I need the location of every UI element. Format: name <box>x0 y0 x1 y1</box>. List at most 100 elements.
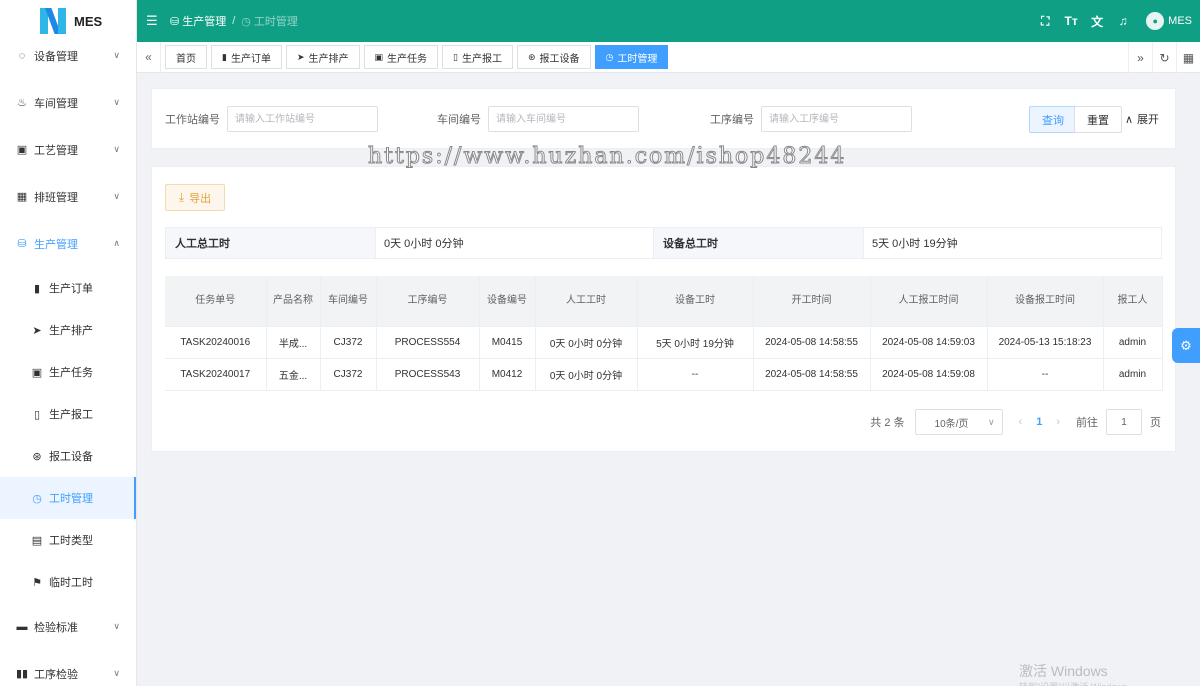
pagination-total: 共 2 条 <box>870 417 905 429</box>
menu-workshop[interactable]: ♨ 车间管理 ∨ <box>0 79 136 126</box>
table-cell: TASK20240017 <box>165 358 267 391</box>
tab-production-scheduling[interactable]: ➤ 生产排产 <box>285 45 360 69</box>
table-cell: PROCESS543 <box>376 358 480 391</box>
menu-label: 工序检验 <box>34 668 78 681</box>
tab-production-report[interactable]: ▯ 生产报工 <box>442 45 513 69</box>
sidebar-item-temp-hours[interactable]: ⚑ 临时工时 <box>0 561 136 603</box>
sub-label: 工时管理 <box>49 493 93 505</box>
task-icon: ▣ <box>31 366 43 379</box>
menu-equipment[interactable]: ◌ 设备管理 ∨ <box>0 32 136 79</box>
send-icon: ➤ <box>32 324 42 337</box>
translate-icon[interactable]: 文 <box>1084 13 1110 30</box>
chevron-up-icon: ∧ <box>113 238 120 248</box>
chevron-down-icon: ∨ <box>113 668 120 678</box>
menu-inspection-standard[interactable]: ▬ 检验标准 ∨ <box>0 603 136 650</box>
search-panel: 工作站编号 车间编号 工序编号 查询 重置 ∧ 展开 <box>151 88 1176 149</box>
font-size-icon[interactable]: Tт <box>1058 14 1084 28</box>
column-header: 工序编号 <box>376 276 480 327</box>
tab-label: 生产任务 <box>387 53 428 65</box>
grid-icon[interactable]: ▦ <box>1176 42 1200 73</box>
table-cell: TASK20240016 <box>165 326 267 359</box>
flag-icon: ⚑ <box>32 576 42 589</box>
page-size-select[interactable]: 10条/页 ∨ <box>914 409 1003 435</box>
page-size-value: 10条/页 <box>934 418 969 430</box>
column-header: 人工报工时间 <box>870 276 988 327</box>
process-input[interactable] <box>761 106 912 132</box>
column-header: 设备报工时间 <box>987 276 1104 327</box>
topbar: ☰ ⛁ 生产管理 / ◷ 工时管理 ⛶ Tт 文 ♫ ● MES <box>137 0 1200 42</box>
prev-page-button[interactable]: ‹ <box>1019 416 1023 428</box>
sidebar-item-production-task[interactable]: ▣ 生产任务 <box>0 351 136 393</box>
sub-label: 生产排产 <box>49 325 93 337</box>
tab-production-order[interactable]: ▮ 生产订单 <box>211 45 282 69</box>
workstation-input[interactable] <box>227 106 378 132</box>
bell-icon[interactable]: ♫ <box>1110 14 1136 28</box>
page-number[interactable]: 1 <box>1036 416 1042 428</box>
workshop-input[interactable] <box>488 106 639 132</box>
menu-process-inspection[interactable]: ▮▮ 工序检验 ∨ <box>0 650 136 686</box>
double-chevron-right-icon[interactable]: » <box>1128 42 1152 73</box>
breadcrumb-item[interactable]: 生产管理 <box>182 13 226 29</box>
sub-label: 工时类型 <box>49 535 93 547</box>
clock-icon: ◷ <box>241 15 251 28</box>
menu-toggle-icon[interactable]: ☰ <box>146 13 160 29</box>
column-header: 报工人 <box>1103 276 1163 327</box>
sidebar-item-production-order[interactable]: ▮ 生产订单 <box>0 267 136 309</box>
table-cell: CJ372 <box>320 358 377 391</box>
tab-label: 报工设备 <box>539 53 580 65</box>
table-header: 任务单号 产品名称 车间编号 工序编号 设备编号 人工工时 设备工时 开工时间 … <box>165 276 1163 327</box>
column-header: 人工工时 <box>535 276 638 327</box>
query-button[interactable]: 查询 <box>1029 106 1077 133</box>
column-header: 设备编号 <box>479 276 536 327</box>
breadcrumb: ⛁ 生产管理 / ◷ 工时管理 <box>170 13 298 29</box>
settings-gear-icon[interactable]: ⚙ <box>1172 328 1200 363</box>
sidebar-item-report-device[interactable]: ⊛ 报工设备 <box>0 435 136 477</box>
avatar[interactable]: ● <box>1146 12 1165 30</box>
menu-craft[interactable]: ▣ 工艺管理 ∨ <box>0 126 136 173</box>
sidebar-item-work-hours[interactable]: ◷ 工时管理 <box>0 477 136 519</box>
table-row[interactable]: TASK20240016 半成... CJ372 PROCESS554 M041… <box>165 326 1163 359</box>
phone-icon: ▯ <box>453 51 458 62</box>
sidebar-item-production-scheduling[interactable]: ➤ 生产排产 <box>0 309 136 351</box>
refresh-icon[interactable]: ↻ <box>1152 42 1176 73</box>
menu-production[interactable]: ⛁ 生产管理 ∧ <box>0 220 136 267</box>
username[interactable]: MES <box>1168 15 1192 27</box>
menu-label: 工艺管理 <box>34 144 78 157</box>
tab-home[interactable]: 首页 <box>165 45 207 69</box>
work-hours-table: 任务单号 产品名称 车间编号 工序编号 设备编号 人工工时 设备工时 开工时间 … <box>165 276 1163 391</box>
menu-label: 设备管理 <box>34 50 78 63</box>
expand-toggle[interactable]: ∧ 展开 <box>1125 111 1159 127</box>
menu-label: 排班管理 <box>34 191 78 204</box>
table-cell: 2024-05-13 15:18:23 <box>987 326 1104 359</box>
menu-schedule[interactable]: ▦ 排班管理 ∨ <box>0 173 136 220</box>
gear-icon: ◌ <box>18 49 26 62</box>
document-icon: ▤ <box>31 534 43 547</box>
phone-icon: ▯ <box>33 408 41 421</box>
export-button[interactable]: ⤓ 导出 <box>165 184 225 211</box>
tab-work-hours[interactable]: ◷ 工时管理 <box>594 45 669 69</box>
table-cell: -- <box>637 358 754 391</box>
table-cell: PROCESS554 <box>376 326 480 359</box>
workstation-field: 工作站编号 <box>165 106 378 132</box>
sidebar-item-production-report[interactable]: ▯ 生产报工 <box>0 393 136 435</box>
manual-total-value: 0天 0小时 0分钟 <box>376 228 654 258</box>
tab-production-task[interactable]: ▣ 生产任务 <box>363 45 439 69</box>
table-row[interactable]: TASK20240017 五金... CJ372 PROCESS543 M041… <box>165 358 1163 391</box>
tab-report-device[interactable]: ⊛ 报工设备 <box>516 45 591 69</box>
reset-button[interactable]: 重置 <box>1074 106 1122 133</box>
next-page-button[interactable]: › <box>1056 416 1060 428</box>
table-cell: CJ372 <box>320 326 377 359</box>
workshop-field: 车间编号 <box>437 106 639 132</box>
clock-icon: ◷ <box>605 51 614 62</box>
expand-label: 展开 <box>1137 114 1159 126</box>
column-header: 开工时间 <box>753 276 871 327</box>
watermark-text: https://www.huzhan.com/ishop48244 <box>367 144 847 170</box>
sidebar-item-work-hour-type[interactable]: ▤ 工时类型 <box>0 519 136 561</box>
fullscreen-icon[interactable]: ⛶ <box>1032 14 1058 29</box>
clock-icon: ◷ <box>32 492 42 505</box>
download-icon: ⤓ <box>178 190 185 204</box>
device-total-label: 设备总工时 <box>654 228 864 258</box>
double-chevron-left-icon[interactable]: « <box>137 41 161 73</box>
goto-page-input[interactable]: 1 <box>1106 409 1142 435</box>
menu-label: 生产管理 <box>34 238 78 251</box>
